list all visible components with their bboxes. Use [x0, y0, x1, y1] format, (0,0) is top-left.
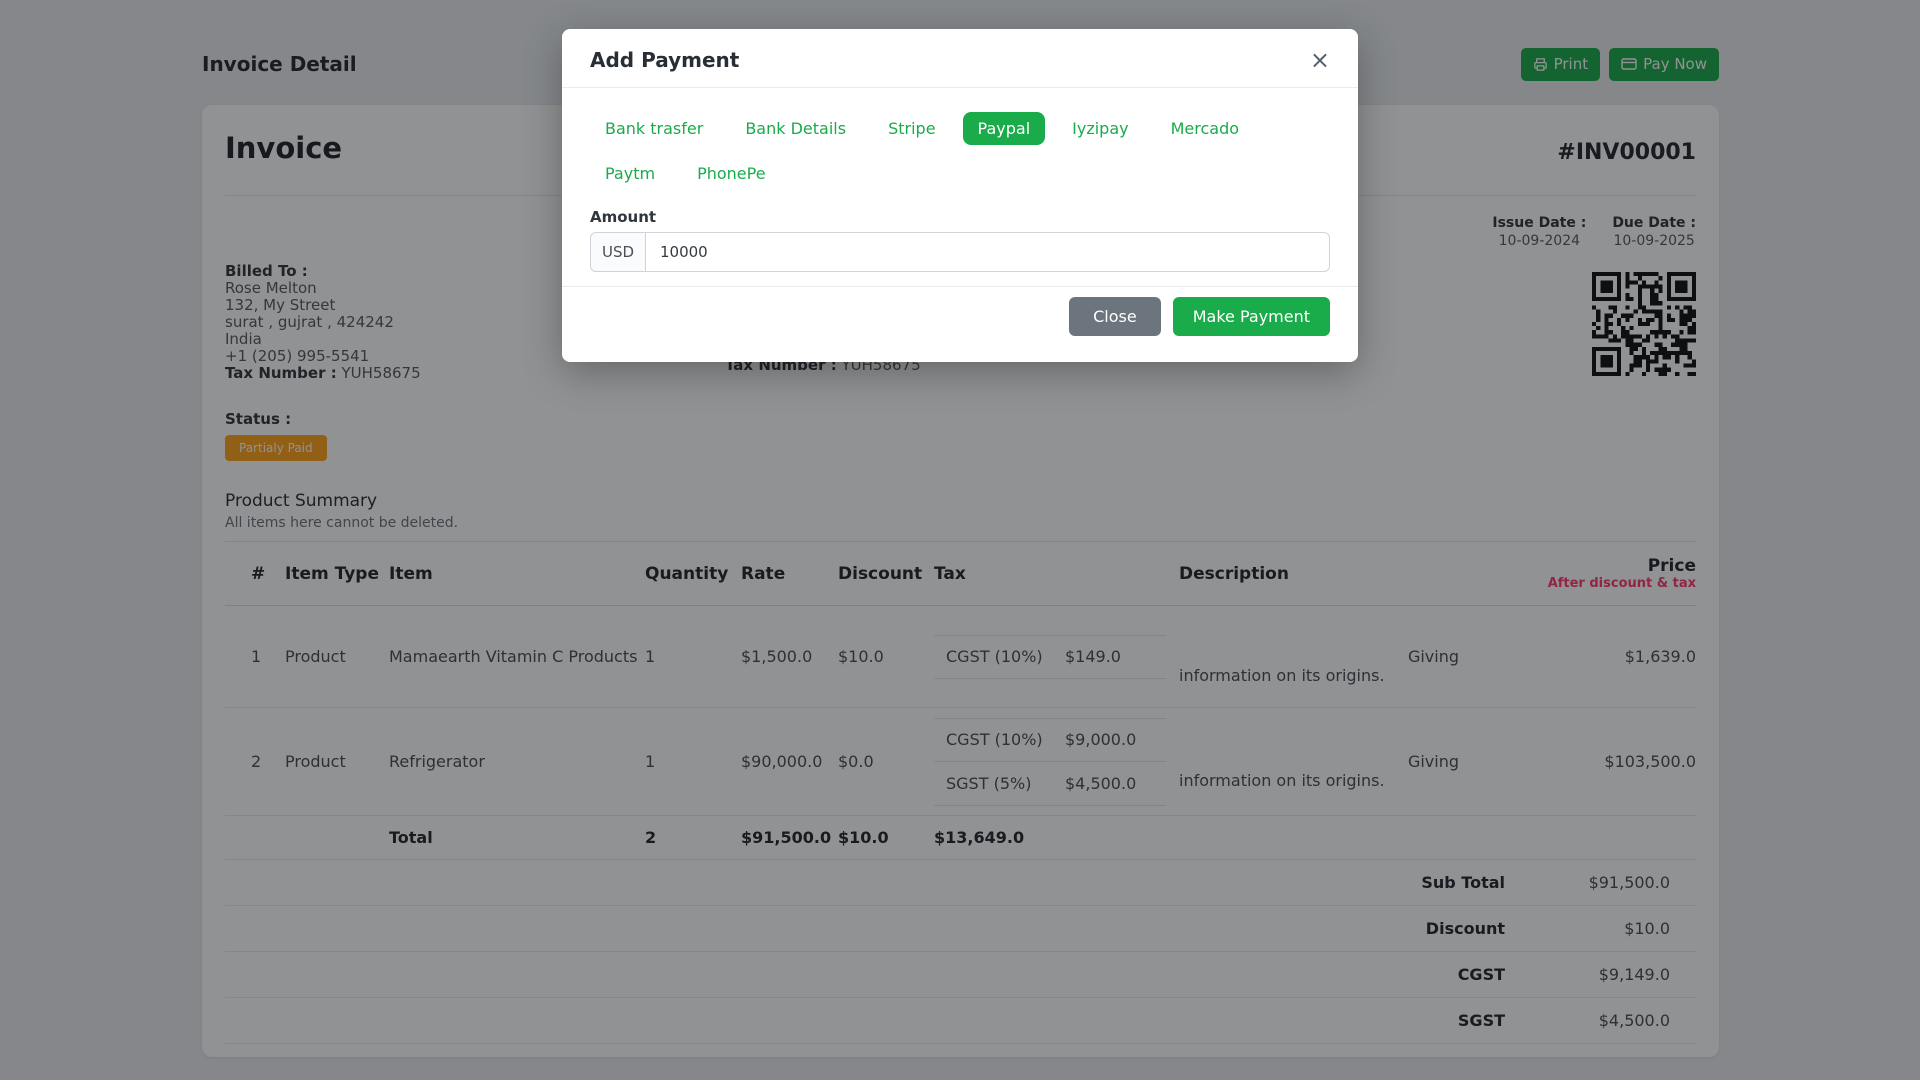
tab-bank-transfer[interactable]: Bank trasfer	[590, 112, 718, 145]
tab-stripe[interactable]: Stripe	[873, 112, 950, 145]
amount-input-group: USD	[590, 232, 1330, 272]
add-payment-modal: Add Payment × Bank trasfer Bank Details …	[562, 29, 1358, 362]
tab-iyzipay[interactable]: Iyzipay	[1057, 112, 1143, 145]
tab-paypal[interactable]: Paypal	[962, 112, 1046, 145]
tab-mercado[interactable]: Mercado	[1156, 112, 1254, 145]
tab-bank-details[interactable]: Bank Details	[730, 112, 861, 145]
tab-phonepe[interactable]: PhonePe	[682, 157, 780, 190]
currency-addon: USD	[590, 232, 645, 272]
modal-title: Add Payment	[590, 48, 740, 72]
tab-paytm[interactable]: Paytm	[590, 157, 670, 190]
close-button[interactable]: Close	[1069, 297, 1161, 336]
payment-method-tabs: Bank trasfer Bank Details Stripe Paypal …	[590, 112, 1330, 190]
make-payment-button[interactable]: Make Payment	[1172, 297, 1330, 336]
amount-input[interactable]	[645, 232, 1330, 272]
amount-label: Amount	[590, 208, 657, 226]
close-icon[interactable]: ×	[1310, 48, 1330, 72]
